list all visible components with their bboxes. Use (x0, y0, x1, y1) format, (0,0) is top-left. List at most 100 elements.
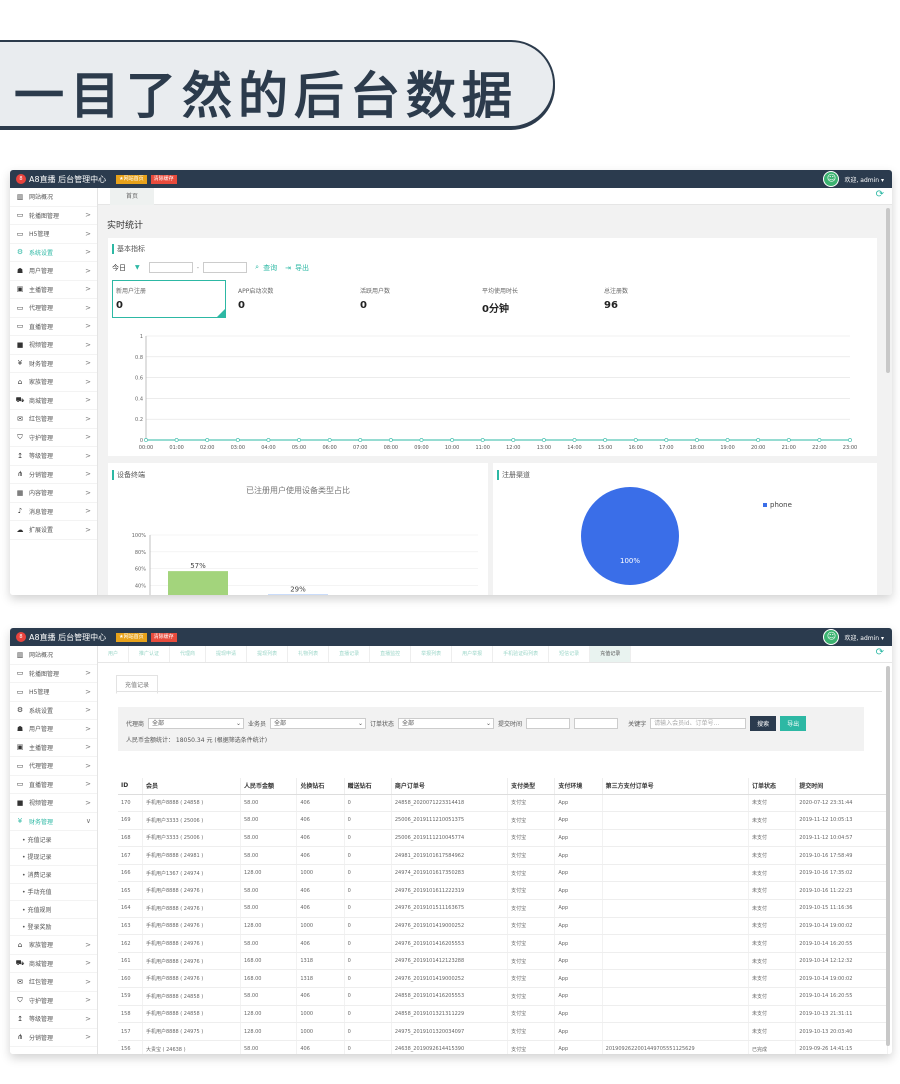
order-status-select[interactable]: 全部 ⌄ (398, 718, 495, 729)
user-menu[interactable]: ☺ 欢迎, admin ▾ (823, 171, 884, 187)
tab-item[interactable]: 充值记录 (590, 646, 632, 662)
table-row[interactable]: 157 手机用户8888 ( 24975 ) 128.00 1000 0 24975_20… (118, 1022, 888, 1041)
export-button[interactable]: 导出 (295, 263, 309, 273)
sidebar-item-5[interactable]: ⋔ 分销管理 > (10, 1029, 97, 1047)
sidebar-item-10[interactable]: ⌂ 家族管理 > (10, 373, 97, 392)
sidebar-item-0[interactable]: ▥ 网站概况 (10, 188, 97, 207)
sidebar-item-2[interactable]: ▭ H5管理 > (10, 683, 97, 702)
sidebar-item-0[interactable]: ⌂ 家族管理 > (10, 936, 97, 955)
table-row[interactable]: 167 手机用户8888 ( 24981 ) 58.00 406 0 24981_2019… (118, 846, 888, 865)
period-select[interactable]: 今日 (112, 263, 126, 273)
sidebar-item-1[interactable]: ▭ 轮播图管理 > (10, 665, 97, 683)
sidebar-item-18[interactable]: ☁ 扩展设置 > (10, 521, 97, 540)
column-header[interactable]: 兑换钻石 (296, 778, 345, 795)
sidebar-item-14[interactable]: ↥ 等级管理 > (10, 447, 97, 466)
clear-cache-button[interactable]: 清除缓存 (150, 632, 177, 642)
sidebar-item-5[interactable]: ▣ 主播管理 > (10, 739, 97, 757)
sidebar-item-2[interactable]: ✉ 红包管理 > (10, 973, 97, 992)
sidebar-item-3[interactable]: ⛉ 守护管理 > (10, 992, 97, 1010)
column-header[interactable]: 支付环境 (554, 778, 603, 795)
tab-item[interactable]: 代理商 (170, 646, 207, 662)
column-header[interactable]: ID (118, 778, 143, 795)
sidebar-item-7[interactable]: ▭ 直播管理 > (10, 776, 97, 794)
table-row[interactable]: 165 手机用户8888 ( 24976 ) 58.00 406 0 24976_2019… (118, 881, 888, 901)
submenu-item[interactable]: • 手动充值 (10, 884, 97, 901)
tab-item[interactable]: 手机验证码列表 (493, 646, 550, 662)
table-row[interactable]: 163 手机用户8888 ( 24976 ) 128.00 1000 0 24976_20… (118, 917, 888, 936)
column-header[interactable]: 赠送钻石 (344, 778, 392, 795)
tab-item[interactable]: 提现列表 (247, 646, 289, 662)
sidebar-item-8[interactable]: ■ 视频管理 > (10, 336, 97, 355)
sidebar-item-16[interactable]: ▦ 内容管理 > (10, 484, 97, 503)
table-row[interactable]: 169 手机用户3333 ( 25006 ) 58.00 406 0 25006_2019… (118, 811, 888, 830)
tab-home[interactable]: 首页 (110, 188, 155, 205)
sidebar-item-17[interactable]: ♪ 消息管理 > (10, 503, 97, 521)
column-header[interactable]: 人民币金额 (240, 778, 298, 795)
sidebar-item-1[interactable]: ▭ 轮播图管理 > (10, 207, 97, 225)
search-button[interactable]: 搜索 (750, 716, 777, 731)
submenu-item[interactable]: • 登录奖励 (10, 919, 97, 936)
table-row[interactable]: 162 手机用户8888 ( 24976 ) 58.00 406 0 24976_2019… (118, 934, 888, 953)
sidebar-item-4[interactable]: ☗ 用户管理 > (10, 262, 97, 281)
query-button[interactable]: 查询 (263, 263, 277, 273)
time-start-input[interactable] (526, 718, 571, 729)
salesman-select[interactable]: 全部 ⌄ (270, 718, 367, 729)
chevron-down-icon[interactable]: ▼ (135, 264, 140, 271)
sidebar-item-2[interactable]: ▭ H5管理 > (10, 225, 97, 244)
table-row[interactable]: 164 手机用户8888 ( 24976 ) 58.00 406 0 24976_2019… (118, 899, 888, 918)
submenu-item[interactable]: • 提现记录 (10, 849, 97, 866)
table-row[interactable]: 156 大贵宝 ( 24638 ) 58.00 406 0 24638_201909261… (118, 1040, 888, 1054)
tab-item[interactable]: 推广认证 (129, 646, 171, 662)
sidebar-item-0[interactable]: ▥ 网站概况 (10, 646, 97, 665)
export-icon[interactable]: ⇥ (285, 264, 291, 272)
table-row[interactable]: 161 手机用户8888 ( 24976 ) 168.00 1318 0 24976_20… (118, 952, 888, 971)
clear-cache-button[interactable]: 清除缓存 (150, 174, 177, 184)
sidebar-item-3[interactable]: ⚙ 系统设置 > (10, 702, 97, 720)
table-row[interactable]: 160 手机用户8888 ( 24976 ) 168.00 1318 0 24976_20… (118, 969, 888, 989)
tab-item[interactable]: 直播监控 (370, 646, 412, 662)
tab-item[interactable]: 直播记录 (329, 646, 371, 662)
site-home-button[interactable]: ★网站首页 (116, 174, 147, 184)
column-header[interactable]: 第三方支付订单号 (602, 778, 750, 795)
time-end-input[interactable] (574, 718, 619, 729)
column-header[interactable]: 提交时间 (795, 778, 888, 795)
scrollbar[interactable] (886, 208, 890, 373)
sidebar-item-5[interactable]: ▣ 主播管理 > (10, 281, 97, 299)
table-row[interactable]: 159 手机用户8888 ( 24858 ) 58.00 406 0 24858_2019… (118, 987, 888, 1006)
sidebar-item-7[interactable]: ▭ 直播管理 > (10, 318, 97, 336)
scrollbar[interactable] (886, 666, 890, 1046)
tab-item[interactable]: 用户举报 (452, 646, 494, 662)
sidebar-item-15[interactable]: ⋔ 分销管理 > (10, 466, 97, 484)
sidebar-item-13[interactable]: ⛉ 守护管理 > (10, 429, 97, 447)
column-header[interactable]: 订单状态 (748, 778, 797, 795)
tab-item[interactable]: 举报列表 (411, 646, 453, 662)
table-row[interactable]: 170 手机用户8888 ( 24858 ) 58.00 406 0 24858_2020… (118, 794, 888, 813)
search-icon[interactable]: ⌕ (255, 263, 259, 272)
submenu-item[interactable]: • 充值记录 (10, 831, 97, 849)
sidebar-item-6[interactable]: ▭ 代理管理 > (10, 299, 97, 318)
sidebar-item-11[interactable]: ⛟ 商城管理 > (10, 392, 97, 410)
sidebar-item-4[interactable]: ↥ 等级管理 > (10, 1010, 97, 1029)
sidebar-item-8[interactable]: ■ 视频管理 > (10, 794, 97, 813)
submenu-item[interactable]: • 消费记录 (10, 866, 97, 884)
user-menu[interactable]: ☺ 欢迎, admin ▾ (823, 629, 884, 645)
tab-item[interactable]: 礼物列表 (288, 646, 330, 662)
table-row[interactable]: 158 手机用户8888 ( 24858 ) 128.00 1000 0 24858_20… (118, 1005, 888, 1024)
export-button[interactable]: 导出 (780, 716, 807, 731)
sidebar-item-1[interactable]: ⛟ 商城管理 > (10, 955, 97, 973)
refresh-icon[interactable]: ⟳ (876, 189, 884, 200)
table-row[interactable]: 168 手机用户3333 ( 25006 ) 58.00 406 0 25006_2019… (118, 829, 888, 848)
submenu-item[interactable]: • 充值规则 (10, 901, 97, 919)
sidebar-item-4[interactable]: ☗ 用户管理 > (10, 720, 97, 739)
start-date-input[interactable] (148, 262, 193, 273)
sidebar-item-9[interactable]: ¥ 财务管理 > (10, 355, 97, 373)
sidebar-item-9[interactable]: ¥ 财务管理 ∨ (10, 813, 97, 831)
tab-item[interactable]: 提现申请 (206, 646, 248, 662)
column-header[interactable]: 商户订单号 (391, 778, 509, 795)
tab-item[interactable]: 短信记录 (549, 646, 591, 662)
column-header[interactable]: 会员 (142, 778, 241, 795)
keyword-input[interactable]: 请输入会员id、订单号... (650, 718, 747, 729)
site-home-button[interactable]: ★网站首页 (116, 632, 147, 642)
sidebar-item-6[interactable]: ▭ 代理管理 > (10, 757, 97, 776)
legend-label[interactable]: phone (770, 501, 792, 509)
